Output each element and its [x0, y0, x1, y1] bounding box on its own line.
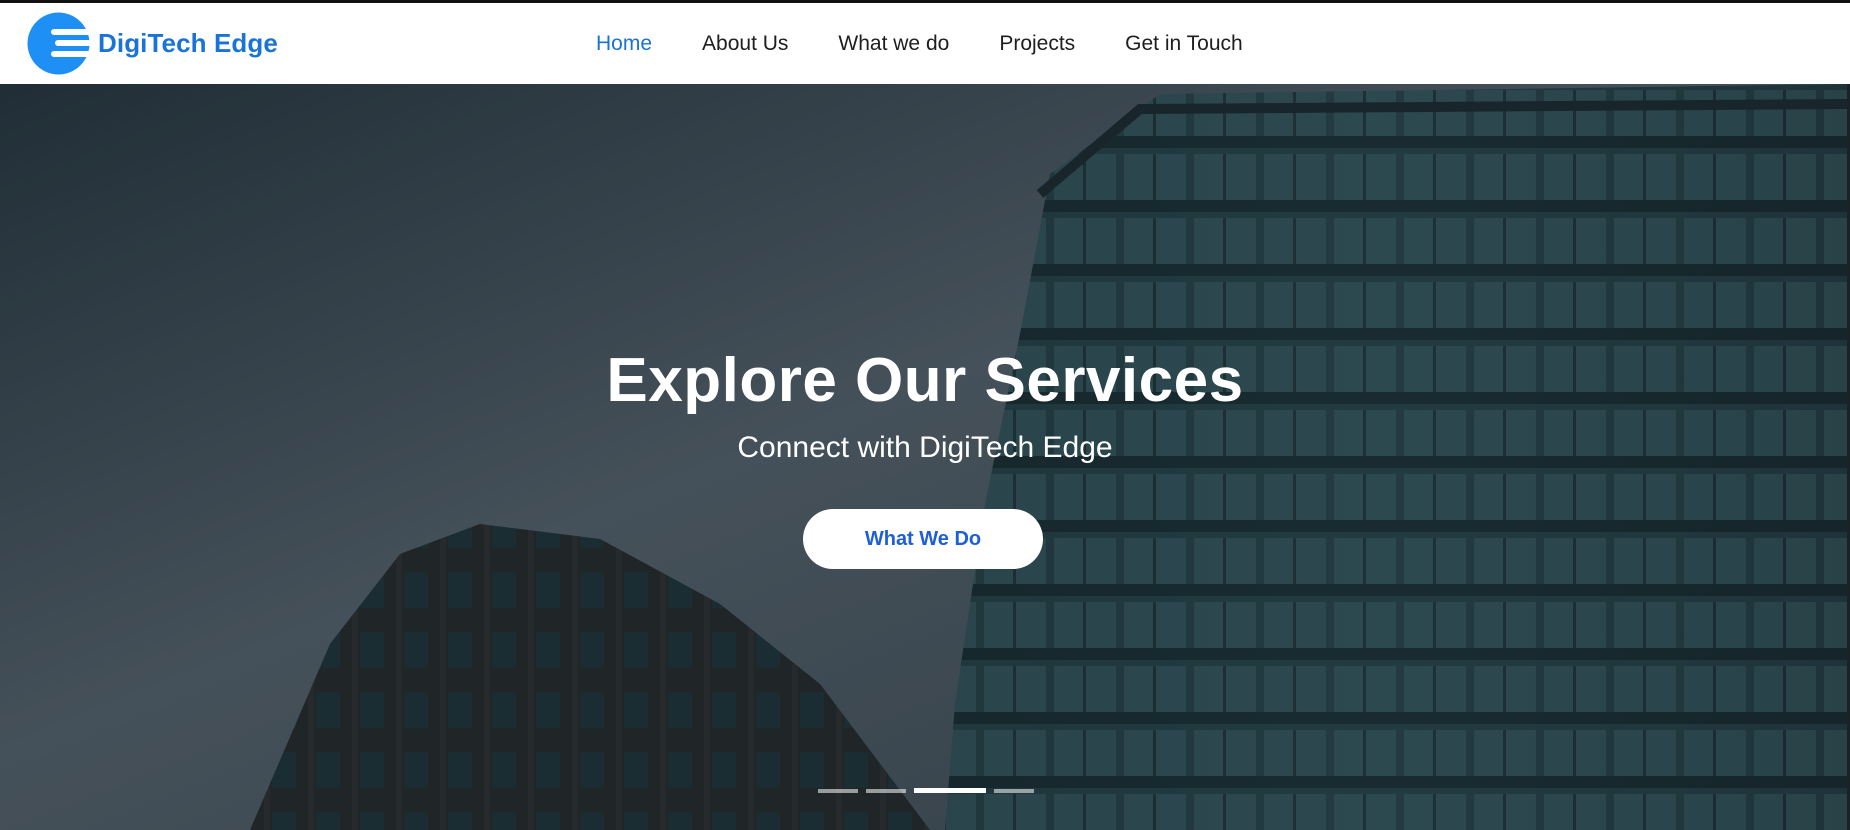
carousel-indicator-3[interactable] [914, 788, 986, 793]
nav-item-get-in-touch[interactable]: Get in Touch [1125, 32, 1243, 56]
nav-item-projects[interactable]: Projects [999, 32, 1075, 56]
hero-title: Explore Our Services [606, 346, 1244, 415]
site-header: DigiTech Edge Home About Us What we do P… [0, 3, 1850, 84]
hero-content: Explore Our Services Connect with DigiTe… [0, 84, 1850, 830]
circle-stripes-logo-icon [27, 12, 90, 75]
nav-item-about-us[interactable]: About Us [702, 32, 788, 56]
what-we-do-button[interactable]: What We Do [803, 509, 1043, 569]
carousel-indicator-1[interactable] [818, 788, 858, 793]
nav-item-what-we-do[interactable]: What we do [838, 32, 949, 56]
brand-logo-link[interactable]: DigiTech Edge [27, 12, 278, 75]
carousel-indicator-4[interactable] [994, 788, 1034, 793]
brand-name: DigiTech Edge [98, 28, 278, 58]
nav-item-home[interactable]: Home [596, 32, 652, 56]
hero-carousel: Explore Our Services Connect with DigiTe… [0, 84, 1850, 830]
carousel-indicator-2[interactable] [866, 788, 906, 793]
hero-subtitle: Connect with DigiTech Edge [737, 431, 1113, 464]
main-nav: Home About Us What we do Projects Get in… [596, 3, 1293, 84]
carousel-indicators [818, 788, 1042, 793]
